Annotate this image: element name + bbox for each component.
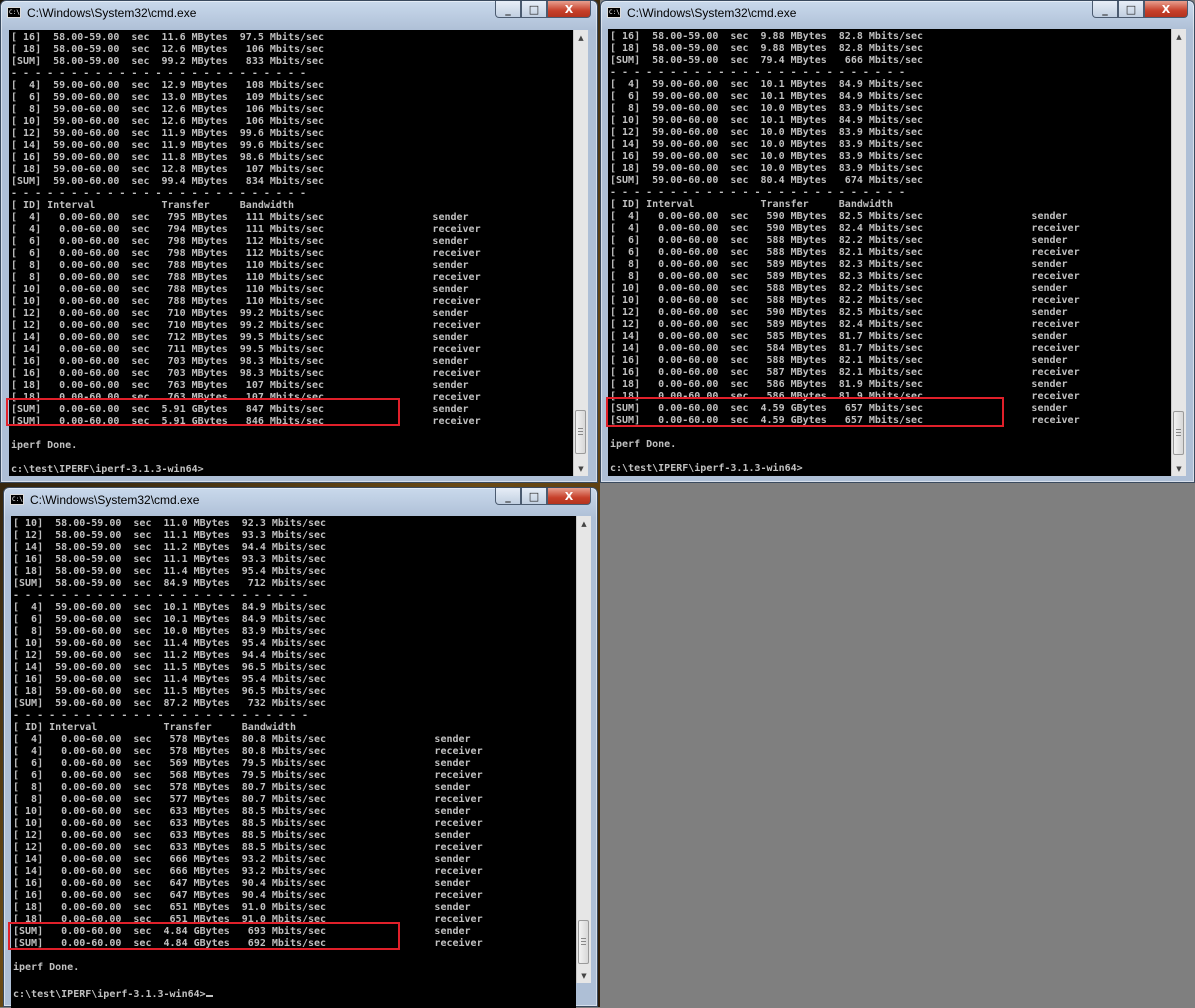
minimize-button[interactable]: _ [495, 1, 521, 18]
maximize-icon: □ [1125, 2, 1137, 16]
title-bar[interactable]: C:\ C:\Windows\System32\cmd.exe _ □ X [601, 1, 1194, 27]
vertical-scrollbar[interactable]: ▲ ▼ [1171, 29, 1186, 476]
window-title: C:\Windows\System32\cmd.exe [30, 493, 200, 507]
scrollbar-thumb[interactable] [575, 410, 586, 454]
close-icon: X [564, 489, 574, 503]
close-icon: X [1161, 2, 1171, 16]
cmd-icon: C:\ [607, 7, 621, 18]
cmd-icon: C:\ [7, 7, 21, 18]
maximize-button[interactable]: □ [1118, 1, 1144, 18]
window-title: C:\Windows\System32\cmd.exe [627, 6, 797, 20]
scrollbar-grip [578, 428, 583, 437]
cmd-icon: C:\ [10, 494, 24, 505]
window-controls: _ □ X [495, 488, 591, 506]
minimize-button[interactable]: _ [495, 488, 521, 505]
minimize-icon: _ [505, 489, 511, 503]
close-button[interactable]: X [1144, 1, 1188, 18]
sum-highlight-box-2 [606, 397, 1004, 427]
scroll-down-icon[interactable]: ▼ [1172, 461, 1186, 476]
maximize-button[interactable]: □ [521, 1, 547, 18]
sum-highlight-box-3 [8, 922, 400, 950]
minimize-icon: _ [1102, 2, 1108, 16]
text-cursor [205, 986, 213, 997]
scrollbar-thumb[interactable] [578, 920, 589, 964]
scroll-up-icon[interactable]: ▲ [577, 516, 591, 531]
maximize-button[interactable]: □ [521, 488, 547, 505]
scroll-down-icon[interactable]: ▼ [577, 968, 591, 983]
title-bar[interactable]: C:\ C:\Windows\System32\cmd.exe _ □ X [1, 1, 597, 27]
minimize-button[interactable]: _ [1092, 1, 1118, 18]
sum-highlight-box-1 [6, 398, 400, 426]
window-title: C:\Windows\System32\cmd.exe [27, 6, 197, 20]
window-controls: _ □ X [495, 1, 591, 19]
scroll-down-icon[interactable]: ▼ [574, 461, 588, 476]
vertical-scrollbar[interactable]: ▲ ▼ [576, 516, 591, 983]
maximize-icon: □ [528, 489, 540, 503]
scroll-up-icon[interactable]: ▲ [1172, 29, 1186, 44]
scrollbar-grip [1176, 429, 1181, 438]
title-bar[interactable]: C:\ C:\Windows\System32\cmd.exe _ □ X [4, 488, 597, 514]
scrollbar-thumb[interactable] [1173, 411, 1184, 455]
vertical-scrollbar[interactable]: ▲ ▼ [573, 30, 588, 476]
minimize-icon: _ [505, 2, 511, 16]
close-button[interactable]: X [547, 1, 591, 18]
scrollbar-grip [581, 938, 586, 947]
close-icon: X [564, 2, 574, 16]
close-button[interactable]: X [547, 488, 591, 505]
scroll-up-icon[interactable]: ▲ [574, 30, 588, 45]
window-controls: _ □ X [1092, 1, 1188, 19]
maximize-icon: □ [528, 2, 540, 16]
